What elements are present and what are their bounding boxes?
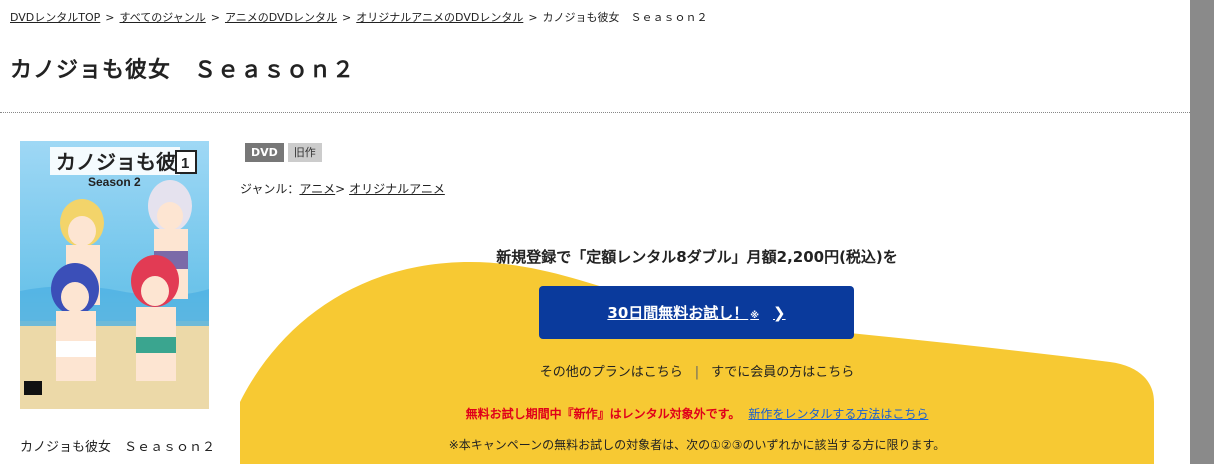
tag-dvd: DVD [245,143,284,162]
genre-link-original-anime[interactable]: オリジナルアニメ [349,182,445,196]
free-trial-button[interactable]: 30日間無料お試し！ ※ ❯ [539,286,854,339]
campaign-eligibility-note: ※本キャンペーンの無料お試しの対象者は、次の①②③のいずれかに該当する方に限りま… [448,438,946,452]
breadcrumb-separator: > [528,11,538,24]
breadcrumb-link-all-genres[interactable]: すべてのジャンル [120,11,206,24]
breadcrumb: DVDレンタルTOP > すべてのジャンル > アニメのDVDレンタル > オリジナルアニメ… [10,9,708,25]
genre-separator: > [335,182,346,196]
cover-subtitle: Season 2 [88,175,141,189]
breadcrumb-separator: > [342,11,352,24]
trial-notice-text: 無料お試し期間中『新作』はレンタル対象外です。 [465,407,741,421]
cover-caption: カノジョも彼女 Ｓｅａｓｏｎ２ [20,440,216,455]
breadcrumb-link-dvd-top[interactable]: DVDレンタルTOP [10,11,100,24]
scrollbar-thumb[interactable] [1190,0,1214,464]
breadcrumb-current: カノジョも彼女 Ｓｅａｓｏｎ２ [542,11,708,24]
scrollbar-track[interactable] [1190,0,1214,464]
trial-notice: 無料お試し期間中『新作』はレンタル対象外です。 新作をレンタルする方法はこちら [240,405,1154,422]
chevron-right-icon: ❯ [773,303,786,322]
breadcrumb-separator: > [105,11,115,24]
campaign-headline: 新規登録で「定額レンタル8ダブル」月額2,200円(税込)を [496,248,898,266]
genre-link-anime[interactable]: アニメ [299,182,335,196]
cover-artwork: カノジョも彼女 1 Season 2 [20,141,209,409]
tag-list: DVD 旧作 [245,143,322,162]
breadcrumb-link-original-anime[interactable]: オリジナルアニメのDVDレンタル [356,11,523,24]
breadcrumb-link-anime[interactable]: アニメのDVDレンタル [225,11,337,24]
page-title: カノジョも彼女 Ｓｅａｓｏｎ２ [10,58,356,83]
other-plans-link[interactable]: その他のプランはこちら [540,365,683,380]
free-trial-button-label: 30日間無料お試し！ [607,304,749,322]
link-divider: | [694,365,700,380]
cover-volume: 1 [181,155,189,172]
plan-links: その他のプランはこちら | すでに会員の方はこちら [240,361,1154,380]
new-release-rental-link[interactable]: 新作をレンタルする方法はこちら [748,407,928,421]
tag-old-release: 旧作 [287,143,322,162]
section-divider [0,112,1190,113]
breadcrumb-separator: > [210,11,220,24]
member-login-link[interactable]: すでに会員の方はこちら [711,365,854,380]
genre-label: ジャンル： [240,182,300,196]
free-trial-note-mark: ※ [750,310,760,321]
genre-line: ジャンル：アニメ> オリジナルアニメ [240,180,445,197]
product-cover-image[interactable]: カノジョも彼女 1 Season 2 [20,141,209,409]
